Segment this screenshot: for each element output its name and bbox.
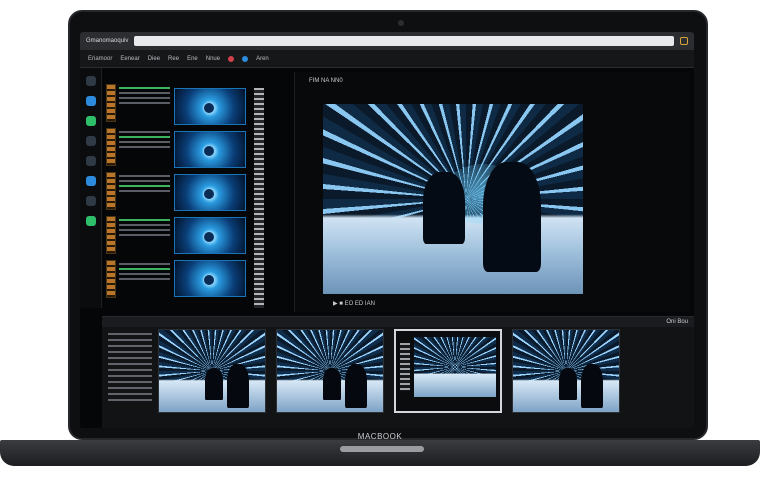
laptop-scene: Gmanomaoquiv Eriamoor Eenear Diee Ree En…: [0, 0, 760, 480]
toolbar-item[interactable]: Eenear: [120, 56, 139, 62]
timeline-clip[interactable]: [512, 329, 620, 413]
browser-bar: Gmanomaoquiv: [80, 32, 694, 50]
record-icon[interactable]: [228, 55, 235, 62]
list-item[interactable]: [106, 128, 170, 166]
tool-icon[interactable]: [85, 216, 96, 226]
film-icon: [106, 84, 116, 122]
track-list: [104, 329, 156, 425]
thumbnail[interactable]: [174, 88, 246, 125]
tool-icon[interactable]: [85, 76, 96, 86]
tool-icon[interactable]: [85, 176, 96, 186]
list-item[interactable]: [106, 260, 170, 298]
media-bin: [106, 84, 170, 304]
scrollbar[interactable]: [254, 88, 264, 308]
list-item[interactable]: [106, 84, 170, 122]
film-icon: [106, 260, 116, 298]
playback-controls: ▶ ■ EO ED IAN: [333, 300, 375, 307]
list-item[interactable]: [106, 172, 170, 210]
brand-label: MACBOOK: [357, 432, 403, 441]
camera-icon: [398, 20, 404, 26]
toolbar-item[interactable]: Aren: [256, 56, 269, 62]
thumbnail[interactable]: [174, 131, 246, 168]
timeline-corner-label: Oni Bou: [666, 319, 688, 325]
toolbar-item[interactable]: Eriamoor: [88, 56, 112, 62]
list-item[interactable]: [106, 216, 170, 254]
toolbar-item[interactable]: Nnue: [206, 56, 220, 62]
tool-icon[interactable]: [85, 116, 96, 126]
toolbar-item[interactable]: Ene: [187, 56, 198, 62]
preview-header: FIM NA NN0: [309, 78, 343, 84]
address-bar[interactable]: [134, 36, 674, 46]
thumbnail[interactable]: [174, 174, 246, 211]
clip-handle[interactable]: [400, 343, 410, 391]
timeline-clip[interactable]: [276, 329, 384, 413]
toolbar-item[interactable]: Ree: [168, 56, 179, 62]
thumbnail[interactable]: [174, 260, 246, 297]
tool-icon[interactable]: [85, 96, 96, 106]
thumbnail[interactable]: [174, 217, 246, 254]
tool-icon[interactable]: [85, 196, 96, 206]
film-icon: [106, 216, 116, 254]
preview-frame[interactable]: [323, 104, 583, 294]
preview-panel: FIM NA NN0 ▶ ■ EO ED IAN: [294, 72, 690, 312]
tool-icon[interactable]: [85, 156, 96, 166]
film-icon: [106, 172, 116, 210]
laptop-base: [0, 440, 760, 466]
clip-row: [158, 329, 620, 413]
app-screen: Gmanomaoquiv Eriamoor Eenear Diee Ree En…: [80, 32, 694, 428]
tool-icon[interactable]: [85, 136, 96, 146]
thumbnail-column: [174, 88, 246, 308]
film-icon: [106, 128, 116, 166]
laptop-notch: [340, 446, 424, 452]
figure-left: [423, 172, 465, 244]
timeline-clip-selected[interactable]: [394, 329, 502, 413]
status-icon[interactable]: [242, 55, 249, 62]
editor-toolbar: Eriamoor Eenear Diee Ree Ene Nnue Aren: [80, 50, 694, 68]
playback-label[interactable]: ▶ ■ EO ED IAN: [333, 300, 375, 307]
timeline: Oni Bou: [102, 316, 694, 428]
timeline-ruler[interactable]: [102, 317, 694, 327]
figure-right: [483, 162, 541, 272]
tab-title[interactable]: Gmanomaoquiv: [86, 38, 128, 44]
toolbar-item[interactable]: Diee: [148, 56, 160, 62]
tool-rail: [80, 68, 102, 308]
timeline-clip[interactable]: [158, 329, 266, 413]
settings-icon[interactable]: [680, 37, 688, 45]
